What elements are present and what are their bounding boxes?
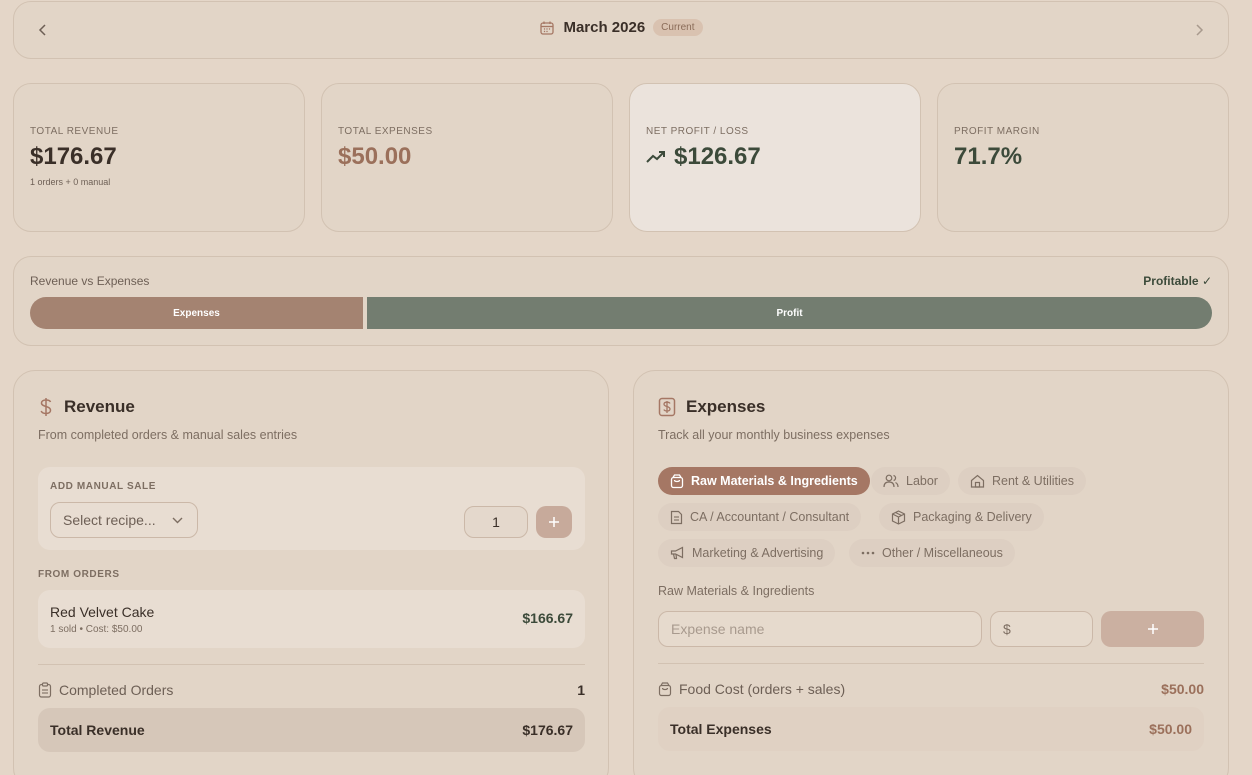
stat-value: 71.7%: [954, 143, 1023, 170]
trending-up-icon: [646, 151, 665, 163]
shopping-bag-icon: [670, 473, 684, 488]
expenses-bar-segment: Expenses: [30, 297, 363, 329]
calendar-icon: [540, 21, 555, 35]
manual-sale-label: ADD MANUAL SALE: [50, 481, 157, 492]
expense-name-input[interactable]: [658, 611, 982, 647]
completed-orders-label: Completed Orders: [59, 682, 174, 698]
revenue-panel: Revenue From completed orders & manual s…: [13, 370, 609, 775]
chip-label: Other / Miscellaneous: [882, 546, 1003, 560]
plus-icon: [549, 517, 559, 527]
month-selector-bar: March 2026 Current: [13, 1, 1229, 59]
current-badge: Current: [653, 19, 703, 36]
add-expense-button[interactable]: [1101, 611, 1204, 647]
expenses-title: Expenses: [686, 397, 766, 416]
chip-marketing[interactable]: Marketing & Advertising: [658, 539, 836, 567]
total-expenses-row: Total Expenses $50.00: [658, 707, 1204, 751]
shopping-bag-icon: [658, 681, 672, 696]
total-revenue-card: TOTAL REVENUE $176.67 1 orders + 0 manua…: [13, 83, 305, 232]
stat-label: NET PROFIT / LOSS: [646, 126, 749, 137]
stat-value: $126.67: [646, 143, 904, 171]
dollar-icon: [40, 398, 52, 416]
add-manual-sale-button[interactable]: [536, 506, 572, 538]
currency-symbol: $: [1003, 621, 1011, 637]
order-meta: 1 sold • Cost: $50.00: [50, 624, 143, 635]
profit-margin-card: PROFIT MARGIN 71.7%: [937, 83, 1229, 232]
chip-label: Marketing & Advertising: [692, 546, 824, 560]
stat-label: TOTAL REVENUE: [30, 126, 119, 137]
order-name: Red Velvet Cake: [50, 604, 155, 620]
rve-title: Revenue vs Expenses: [30, 274, 150, 288]
from-orders-label: FROM ORDERS: [38, 569, 120, 580]
total-expenses-value: $50.00: [1149, 721, 1192, 737]
chip-raw-materials[interactable]: Raw Materials & Ingredients: [658, 467, 870, 495]
divider: [658, 663, 1204, 664]
revenue-title: Revenue: [64, 397, 135, 416]
package-icon: [891, 509, 906, 525]
users-icon: [883, 474, 899, 488]
expenses-panel: Expenses Track all your monthly business…: [633, 370, 1229, 775]
order-amount: $166.67: [522, 610, 573, 626]
revenue-vs-expenses-card: Revenue vs Expenses Profitable ✓ Expense…: [13, 256, 1229, 346]
profitable-status: Profitable ✓: [1143, 274, 1212, 288]
total-revenue-value: $176.67: [522, 722, 573, 738]
month-label: March 2026: [563, 19, 646, 36]
stat-value: $176.67: [30, 143, 117, 170]
total-revenue-row: Total Revenue $176.67: [38, 708, 585, 752]
recipe-select-placeholder: Select recipe...: [63, 512, 156, 528]
stat-label: TOTAL EXPENSES: [338, 126, 433, 137]
chip-label: Raw Materials & Ingredients: [691, 474, 858, 488]
net-profit-card: NET PROFIT / LOSS $126.67: [629, 83, 921, 232]
completed-orders-row: Completed Orders 1: [38, 682, 585, 698]
chip-label: CA / Accountant / Consultant: [690, 510, 850, 524]
recipe-select[interactable]: Select recipe...: [50, 502, 198, 538]
chip-label: Labor: [906, 474, 938, 488]
divider: [38, 664, 585, 665]
stat-label: PROFIT MARGIN: [954, 126, 1040, 137]
selected-category-label: Raw Materials & Ingredients: [658, 584, 815, 598]
chevron-down-icon: [172, 517, 183, 523]
chip-packaging-delivery[interactable]: Packaging & Delivery: [879, 503, 1044, 531]
order-row: Red Velvet Cake 1 sold • Cost: $50.00 $1…: [38, 590, 585, 648]
chevron-right-icon: [1196, 24, 1204, 36]
food-cost-row: Food Cost (orders + sales) $50.00: [658, 681, 1204, 697]
chip-label: Packaging & Delivery: [913, 510, 1032, 524]
next-month-button[interactable]: [1188, 19, 1210, 41]
stat-sub: 1 orders + 0 manual: [30, 177, 111, 187]
chip-rent-utilities[interactable]: Rent & Utilities: [958, 467, 1086, 495]
chip-other[interactable]: Other / Miscellaneous: [849, 539, 1015, 567]
completed-orders-count: 1: [577, 682, 585, 698]
chip-label: Rent & Utilities: [992, 474, 1074, 488]
expenses-subtitle: Track all your monthly business expenses: [658, 428, 890, 442]
total-revenue-label: Total Revenue: [50, 722, 145, 738]
more-icon: [861, 551, 875, 555]
revenue-subtitle: From completed orders & manual sales ent…: [38, 428, 298, 442]
food-cost-value: $50.00: [1161, 681, 1204, 697]
profit-bar-segment: Profit: [367, 297, 1212, 329]
clipboard-icon: [38, 682, 52, 698]
food-cost-label: Food Cost (orders + sales): [679, 681, 846, 697]
megaphone-icon: [670, 546, 684, 560]
plus-icon: [1147, 624, 1158, 634]
expense-amount-input[interactable]: $: [990, 611, 1093, 647]
document-icon: [670, 510, 683, 524]
quantity-input[interactable]: [464, 506, 528, 538]
manual-sale-box: ADD MANUAL SALE Select recipe...: [38, 467, 585, 550]
chip-accountant[interactable]: CA / Accountant / Consultant: [658, 503, 862, 531]
chip-labor[interactable]: Labor: [871, 467, 950, 495]
stat-value: $50.00: [338, 143, 412, 170]
total-expenses-card: TOTAL EXPENSES $50.00: [321, 83, 613, 232]
receipt-dollar-icon: [658, 397, 676, 417]
total-expenses-label: Total Expenses: [670, 721, 772, 737]
home-icon: [970, 474, 985, 488]
